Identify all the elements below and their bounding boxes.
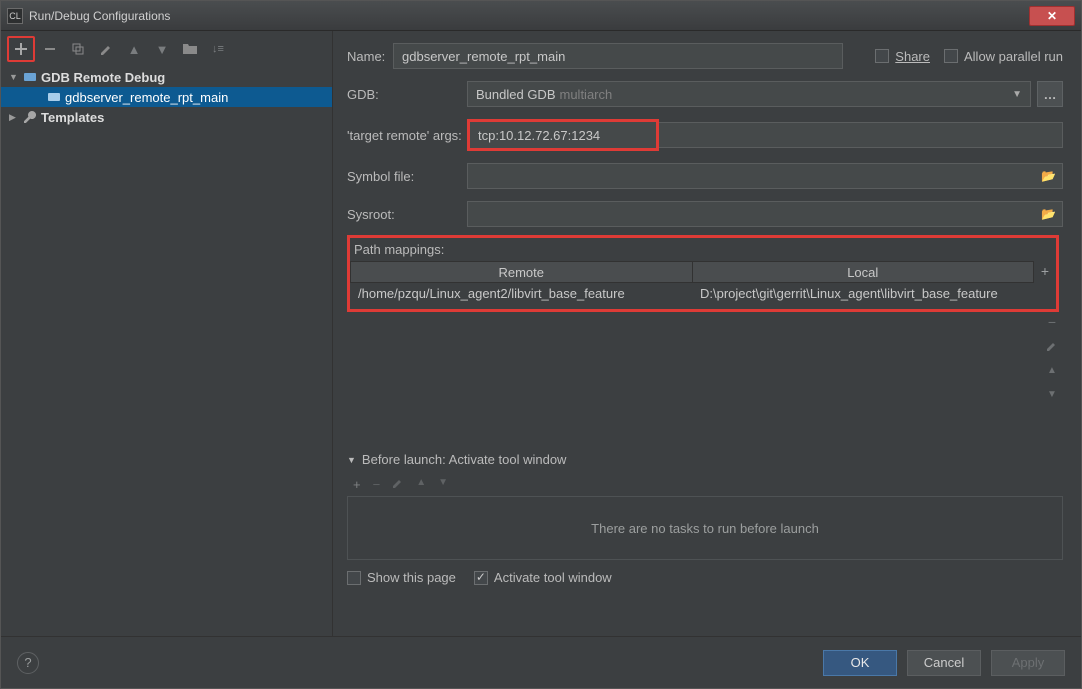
- close-icon[interactable]: ✕: [1029, 6, 1075, 26]
- checkbox-icon: [474, 571, 488, 585]
- mappings-side-toolbar: +: [1034, 261, 1056, 305]
- share-checkbox[interactable]: Share: [875, 49, 930, 64]
- chevron-down-icon: ▼: [1012, 89, 1022, 100]
- expand-icon[interactable]: ▶: [9, 112, 19, 123]
- parallel-checkbox[interactable]: Allow parallel run: [944, 49, 1063, 64]
- copy-config-button[interactable]: [69, 40, 87, 58]
- col-local: Local: [693, 262, 1034, 282]
- target-highlight: tcp:10.12.72.67:1234: [467, 119, 659, 151]
- footer-buttons: OK Cancel Apply: [823, 650, 1065, 676]
- path-mappings-highlight: Path mappings: Remote Local /home/pzqu/L…: [347, 235, 1059, 312]
- symbol-file-row: Symbol file:: [347, 163, 1063, 189]
- name-input[interactable]: gdbserver_remote_rpt_main: [393, 43, 843, 69]
- sysroot-row: Sysroot:: [347, 201, 1063, 227]
- sort-icon[interactable]: ↓≡: [209, 40, 227, 58]
- gdb-label: GDB:: [347, 87, 467, 102]
- remove-mapping-button[interactable]: −: [1044, 314, 1060, 330]
- move-down-button[interactable]: ▼: [1044, 386, 1060, 402]
- apply-button[interactable]: Apply: [991, 650, 1065, 676]
- checkbox-icon: [875, 49, 889, 63]
- target-remote-value: tcp:10.12.72.67:1234: [478, 128, 600, 143]
- dialog-body: ▲ ▼ ↓≡ ▼ GDB Remote Debug: [1, 31, 1081, 636]
- cancel-button[interactable]: Cancel: [907, 650, 981, 676]
- path-mappings-label: Path mappings:: [350, 242, 1056, 257]
- add-mapping-button[interactable]: +: [1037, 263, 1053, 279]
- remove-task-button[interactable]: −: [373, 477, 381, 492]
- ok-button[interactable]: OK: [823, 650, 897, 676]
- checkbox-icon: [347, 571, 361, 585]
- configurations-sidebar: ▲ ▼ ↓≡ ▼ GDB Remote Debug: [1, 31, 333, 636]
- before-launch-section: ▼ Before launch: Activate tool window + …: [347, 452, 1063, 585]
- mappings-side-toolbar-extra: − ▲ ▼: [1041, 312, 1063, 402]
- help-button[interactable]: ?: [17, 652, 39, 674]
- share-label: Share: [895, 49, 930, 64]
- before-launch-toolbar: + − ▲ ▼: [347, 473, 1063, 496]
- checkbox-icon: [944, 49, 958, 63]
- tree-group-label: Templates: [41, 110, 104, 125]
- edit-task-button[interactable]: [392, 477, 404, 492]
- target-remote-label: 'target remote' args:: [347, 128, 467, 143]
- folder-icon[interactable]: [181, 40, 199, 58]
- move-down-icon[interactable]: ▼: [153, 40, 171, 58]
- add-task-button[interactable]: +: [353, 477, 361, 492]
- window-title: Run/Debug Configurations: [29, 9, 1029, 23]
- path-mappings-table[interactable]: Remote Local /home/pzqu/Linux_agent2/lib…: [350, 261, 1034, 305]
- edit-mapping-button[interactable]: [1044, 338, 1060, 354]
- target-remote-row: 'target remote' args: tcp:10.12.72.67:12…: [347, 119, 1063, 151]
- parallel-label: Allow parallel run: [964, 49, 1063, 64]
- add-config-button[interactable]: [12, 40, 30, 58]
- cell-local: D:\project\git\gerrit\Linux_agent\libvir…: [692, 283, 1034, 305]
- before-launch-list[interactable]: There are no tasks to run before launch: [347, 496, 1063, 560]
- name-row: Name: gdbserver_remote_rpt_main Share Al…: [347, 43, 1063, 69]
- edit-defaults-button[interactable]: [97, 40, 115, 58]
- config-tree[interactable]: ▼ GDB Remote Debug gdbserver_remote_rpt_…: [1, 67, 332, 636]
- move-up-icon[interactable]: ▲: [125, 40, 143, 58]
- run-debug-config-window: CL Run/Debug Configurations ✕: [0, 0, 1082, 689]
- down-task-button[interactable]: ▼: [438, 477, 448, 492]
- chevron-down-icon: ▼: [347, 455, 356, 465]
- app-icon: CL: [7, 8, 23, 24]
- symbol-file-label: Symbol file:: [347, 169, 467, 184]
- collapse-icon[interactable]: ▼: [9, 72, 19, 82]
- titlebar[interactable]: CL Run/Debug Configurations ✕: [1, 1, 1081, 31]
- wrench-icon: [23, 110, 37, 124]
- gdb-dropdown[interactable]: Bundled GDB multiarch ▼: [467, 81, 1031, 107]
- top-right-options: Share Allow parallel run: [875, 49, 1063, 64]
- gdb-row: GDB: Bundled GDB multiarch ▼ …: [347, 81, 1063, 107]
- up-task-button[interactable]: ▲: [416, 477, 426, 492]
- before-launch-checks: Show this page Activate tool window: [347, 570, 1063, 585]
- gdb-browse-button[interactable]: …: [1037, 81, 1063, 107]
- table-body: /home/pzqu/Linux_agent2/libvirt_base_fea…: [350, 283, 1034, 305]
- symbol-file-input[interactable]: [467, 163, 1063, 189]
- col-remote: Remote: [351, 262, 693, 282]
- show-this-page-checkbox[interactable]: Show this page: [347, 570, 456, 585]
- activate-tool-window-checkbox[interactable]: Activate tool window: [474, 570, 612, 585]
- config-form: Name: gdbserver_remote_rpt_main Share Al…: [333, 31, 1081, 636]
- before-launch-title: Before launch: Activate tool window: [362, 452, 567, 467]
- tree-item-label: gdbserver_remote_rpt_main: [65, 90, 228, 105]
- tree-item-gdbserver[interactable]: gdbserver_remote_rpt_main: [1, 87, 332, 107]
- sysroot-label: Sysroot:: [347, 207, 467, 222]
- dialog-footer: ? OK Cancel Apply: [1, 636, 1081, 688]
- name-label: Name:: [347, 49, 393, 64]
- before-launch-header[interactable]: ▼ Before launch: Activate tool window: [347, 452, 1063, 467]
- gdb-icon: [47, 90, 61, 104]
- move-up-button[interactable]: ▲: [1044, 362, 1060, 378]
- activate-tool-window-label: Activate tool window: [494, 570, 612, 585]
- tree-group-gdb-remote[interactable]: ▼ GDB Remote Debug: [1, 67, 332, 87]
- sysroot-input[interactable]: [467, 201, 1063, 227]
- show-this-page-label: Show this page: [367, 570, 456, 585]
- table-row[interactable]: /home/pzqu/Linux_agent2/libvirt_base_fea…: [350, 283, 1034, 305]
- remove-config-button[interactable]: [41, 40, 59, 58]
- sidebar-toolbar: ▲ ▼ ↓≡: [1, 31, 332, 67]
- target-remote-input[interactable]: [656, 122, 1063, 148]
- table-header: Remote Local: [350, 261, 1034, 283]
- tree-group-templates[interactable]: ▶ Templates: [1, 107, 332, 127]
- empty-tasks-label: There are no tasks to run before launch: [591, 521, 819, 536]
- gdb-icon: [23, 70, 37, 84]
- tree-group-label: GDB Remote Debug: [41, 70, 165, 85]
- cell-remote: /home/pzqu/Linux_agent2/libvirt_base_fea…: [350, 283, 692, 305]
- add-config-highlight: [7, 36, 35, 62]
- path-mappings-panel: Remote Local /home/pzqu/Linux_agent2/lib…: [350, 261, 1056, 305]
